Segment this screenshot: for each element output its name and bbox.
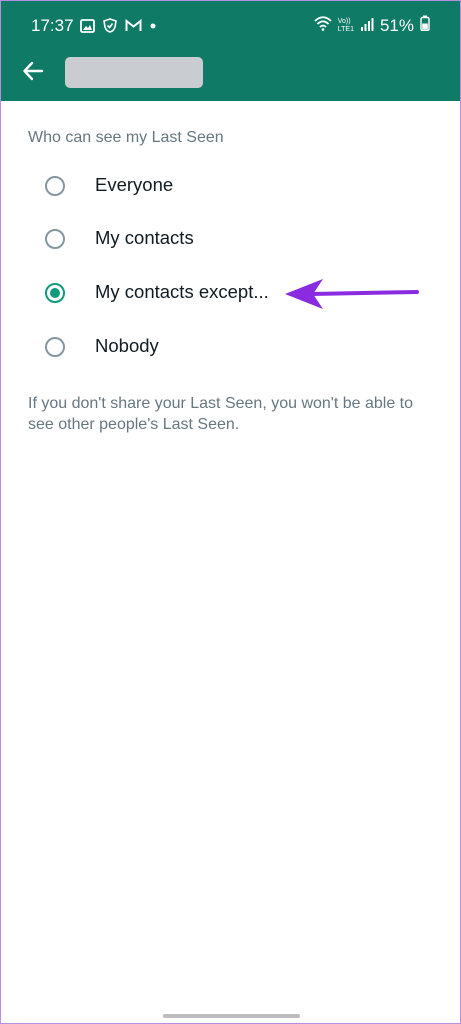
option-everyone[interactable]: Everyone bbox=[1, 161, 460, 211]
home-indicator[interactable] bbox=[163, 1014, 300, 1018]
system-status: Vo)) LTE1 51% bbox=[314, 15, 430, 36]
shield-icon bbox=[103, 18, 117, 33]
status-time: 17:37 bbox=[31, 16, 74, 35]
option-label: My contacts except... bbox=[95, 281, 269, 302]
option-my-contacts[interactable]: My contacts bbox=[1, 214, 460, 264]
option-label: Nobody bbox=[95, 335, 159, 356]
option-label: My contacts bbox=[95, 227, 194, 248]
status-bar: 17:37 Vo)) LTE1 51% bbox=[1, 1, 460, 49]
screen: 17:37 Vo)) LTE1 51% Who can see my Last … bbox=[0, 0, 461, 1024]
annotation-arrow-icon bbox=[285, 279, 419, 309]
back-button[interactable] bbox=[19, 57, 47, 85]
dot-icon bbox=[150, 23, 156, 29]
page-title-redacted bbox=[65, 57, 203, 88]
battery-percentage: 51% bbox=[379, 15, 414, 35]
section-heading: Who can see my Last Seen bbox=[28, 129, 224, 146]
volte-label: Vo)) LTE1 bbox=[337, 17, 354, 33]
battery-icon bbox=[420, 15, 430, 36]
image-icon bbox=[80, 18, 95, 33]
signal-icon bbox=[360, 16, 374, 36]
gmail-icon bbox=[125, 19, 142, 32]
radio-button-selected[interactable] bbox=[45, 283, 65, 303]
option-label: Everyone bbox=[95, 174, 174, 195]
wifi-icon bbox=[314, 15, 332, 36]
info-note: If you don't share your Last Seen, you w… bbox=[28, 395, 414, 433]
option-nobody[interactable]: Nobody bbox=[1, 322, 460, 372]
notification-icons bbox=[80, 18, 156, 33]
arrow-left-icon bbox=[23, 61, 44, 81]
radio-button[interactable] bbox=[45, 229, 65, 249]
radio-button[interactable] bbox=[45, 337, 65, 357]
app-bar: 17:37 Vo)) LTE1 51% bbox=[1, 1, 460, 101]
radio-button[interactable] bbox=[45, 176, 65, 196]
